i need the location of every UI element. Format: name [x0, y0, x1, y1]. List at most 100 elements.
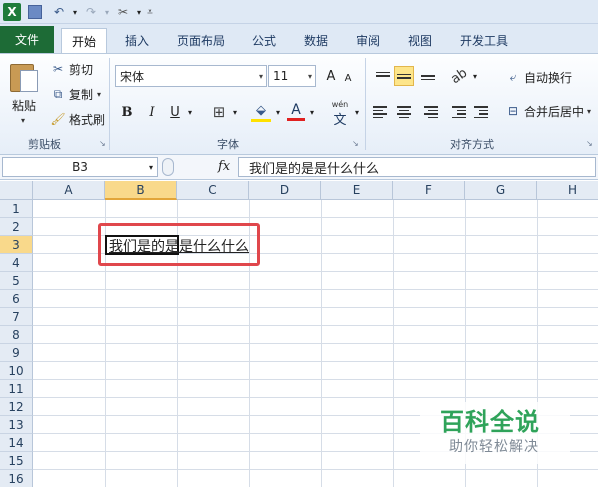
row-header-selected[interactable]: 3 [0, 236, 33, 254]
tab-developer[interactable]: 开发工具 [452, 28, 516, 53]
paste-label[interactable]: 粘贴 [12, 97, 36, 114]
column-header-b[interactable]: B [105, 181, 177, 200]
name-box[interactable]: B3 ▾ [2, 157, 158, 177]
row-header[interactable]: 11 [0, 380, 33, 398]
row-header[interactable]: 9 [0, 344, 33, 362]
column-header-f[interactable]: F [393, 181, 465, 200]
tab-data[interactable]: 数据 [296, 28, 336, 53]
orientation-dropdown-icon[interactable]: ▾ [470, 66, 480, 86]
tab-formulas[interactable]: 公式 [244, 28, 284, 53]
row-header[interactable]: 13 [0, 416, 33, 434]
group-divider [109, 58, 110, 150]
column-header-h[interactable]: H [537, 181, 598, 200]
font-size-combo[interactable]: 11 ▾ [268, 65, 316, 87]
customize-quick-access-icon[interactable]: ⩡ [141, 3, 159, 21]
column-header-g[interactable]: G [465, 181, 537, 200]
paste-dropdown-icon[interactable]: ▾ [21, 116, 25, 125]
copy-button[interactable]: ⧉ 复制 ▾ [50, 85, 101, 103]
paintbrush-icon: 🖌 [50, 112, 66, 126]
phonetic-dropdown-icon[interactable]: ▾ [352, 102, 362, 122]
row-header[interactable]: 10 [0, 362, 33, 380]
row-header[interactable]: 2 [0, 218, 33, 236]
italic-button[interactable]: I [143, 102, 161, 122]
underline-dropdown-icon[interactable]: ▾ [185, 102, 195, 122]
grid-line [33, 271, 598, 272]
column-header-c[interactable]: C [177, 181, 249, 200]
group-divider [365, 58, 366, 150]
border-icon[interactable]: ⊞ [209, 102, 229, 122]
merge-dropdown-icon[interactable]: ▾ [587, 107, 591, 116]
row-header[interactable]: 1 [0, 200, 33, 218]
orientation-icon[interactable]: ab [445, 62, 473, 90]
border-dropdown-icon[interactable]: ▾ [230, 102, 240, 122]
tab-view[interactable]: 视图 [400, 28, 440, 53]
wrap-text-icon: ⤶ [509, 69, 517, 84]
row-header[interactable]: 16 [0, 470, 33, 487]
tab-page-layout[interactable]: 页面布局 [170, 28, 232, 53]
grid-line [33, 325, 598, 326]
watermark-title: 百科全说 [440, 408, 540, 436]
tab-review[interactable]: 审阅 [348, 28, 388, 53]
chevron-down-icon[interactable]: ▾ [149, 163, 153, 172]
font-color-dropdown-icon[interactable]: ▾ [307, 102, 317, 122]
tab-file[interactable]: 文件 [0, 26, 54, 53]
grow-font-icon[interactable]: A [323, 66, 339, 86]
phonetic-button[interactable]: wén 文 [329, 100, 351, 128]
resize-handle-icon[interactable] [162, 158, 174, 176]
row-header[interactable]: 8 [0, 326, 33, 344]
underline-button[interactable]: U [166, 102, 184, 122]
row-header[interactable]: 6 [0, 290, 33, 308]
phonetic-char: 文 [333, 113, 347, 128]
bold-button[interactable]: B [118, 102, 136, 122]
align-center-button[interactable] [394, 102, 414, 122]
format-painter-button[interactable]: 🖌 格式刷 [50, 110, 105, 128]
fill-dropdown-icon[interactable]: ▾ [273, 102, 283, 122]
align-left-button[interactable] [373, 102, 393, 122]
font-color-icon[interactable]: A [287, 101, 305, 121]
font-launcher-icon[interactable]: ↘ [352, 139, 359, 148]
copy-icon: ⧉ [53, 86, 63, 101]
align-right-button[interactable] [418, 102, 438, 122]
column-header-d[interactable]: D [249, 181, 321, 200]
alignment-launcher-icon[interactable]: ↘ [586, 139, 593, 148]
chevron-down-icon: ▾ [258, 71, 263, 81]
grid-line [33, 361, 598, 362]
formula-bar: B3 ▾ fx 我们是的是是什么什么 [0, 155, 598, 180]
ribbon-home: 粘贴 ▾ ✂ 剪切 ⧉ 复制 ▾ 🖌 格式刷 剪贴板 ↘ 宋体 ▾ 11 ▾ A… [0, 53, 598, 155]
clipboard-launcher-icon[interactable]: ↘ [99, 139, 106, 148]
grid-line [33, 217, 598, 218]
quick-access-toolbar: X ↶ ▾ ↷ ▾ ✂ ▾ ⩡ [0, 0, 598, 24]
align-bottom-button[interactable] [418, 66, 438, 86]
column-header-a[interactable]: A [33, 181, 105, 200]
paper-icon [20, 70, 38, 92]
row-header[interactable]: 4 [0, 254, 33, 272]
grid-line [33, 379, 598, 380]
paste-button[interactable] [10, 60, 40, 94]
insert-function-icon[interactable]: fx [218, 159, 230, 174]
row-header[interactable]: 12 [0, 398, 33, 416]
wrap-text-button[interactable]: ⤶ 自动换行 [505, 68, 572, 86]
tab-insert[interactable]: 插入 [116, 28, 158, 53]
tab-home[interactable]: 开始 [61, 28, 107, 53]
copy-dropdown-icon[interactable]: ▾ [97, 90, 101, 99]
cut-button[interactable]: ✂ 剪切 [50, 60, 93, 78]
alignment-group-label: 对齐方式 [450, 138, 494, 151]
merge-center-button[interactable]: ⊟ 合并后居中 ▾ [505, 102, 591, 120]
save-icon[interactable] [28, 5, 42, 19]
select-all-corner[interactable] [0, 181, 33, 200]
decrease-indent-button[interactable] [449, 102, 469, 122]
align-middle-button[interactable] [394, 66, 414, 86]
grid-line [33, 307, 598, 308]
column-header-e[interactable]: E [321, 181, 393, 200]
row-header[interactable]: 7 [0, 308, 33, 326]
shrink-font-icon[interactable]: A [341, 68, 355, 88]
fill-color-icon[interactable]: ⬙ [251, 102, 271, 122]
formula-input[interactable]: 我们是的是是什么什么 [238, 157, 596, 177]
increase-indent-button[interactable] [471, 102, 491, 122]
font-name-combo[interactable]: 宋体 ▾ [115, 65, 267, 87]
row-header[interactable]: 15 [0, 452, 33, 470]
row-header[interactable]: 5 [0, 272, 33, 290]
row-header[interactable]: 14 [0, 434, 33, 452]
align-top-button[interactable] [373, 66, 393, 86]
font-group-label: 字体 [217, 138, 239, 151]
